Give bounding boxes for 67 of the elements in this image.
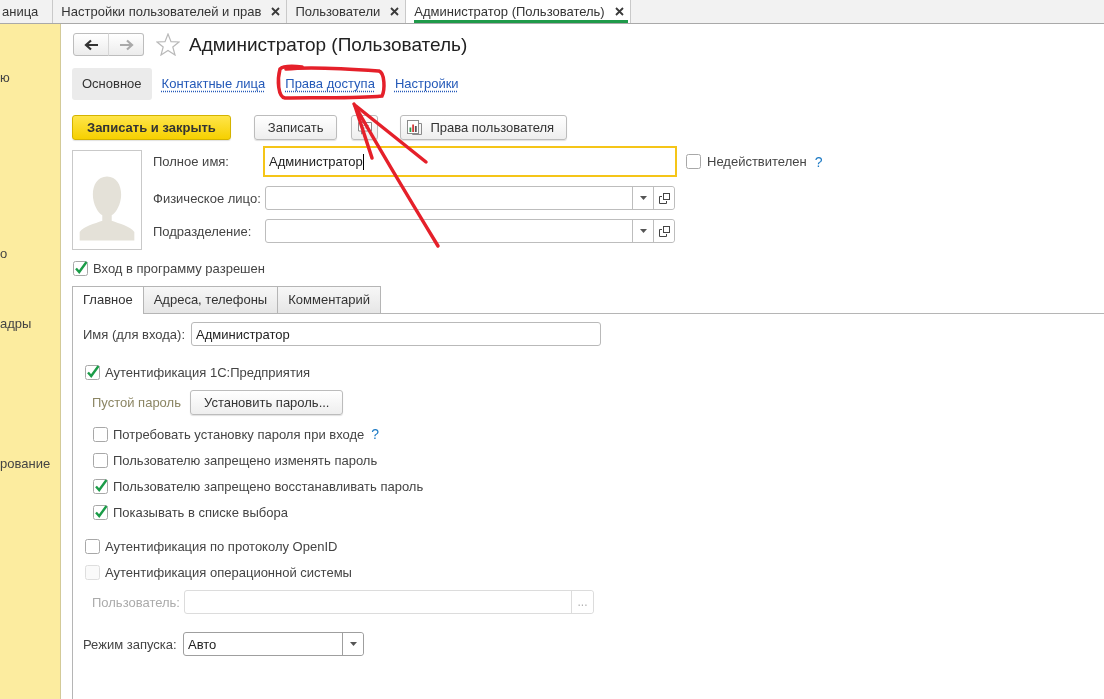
checkbox[interactable] — [84, 537, 101, 555]
window-tab[interactable]: аница — [0, 0, 54, 23]
dropdown-button[interactable] — [342, 633, 363, 655]
star-icon[interactable] — [156, 33, 180, 56]
form-title: Администратор (Пользователь) — [189, 33, 468, 56]
checkbox-label: Потребовать установку пароля при входе — [113, 426, 365, 442]
set-password-button[interactable]: Установить пароль... — [190, 390, 344, 415]
field-label: Физическое лицо: — [153, 190, 262, 206]
checkbox-label: Аутентификация по протоколу OpenID — [105, 538, 338, 554]
checkbox[interactable] — [92, 477, 109, 495]
caret-down-icon — [639, 229, 647, 233]
field-label: Полное имя: — [153, 154, 230, 169]
save-and-close-button[interactable]: Записать и закрыть — [72, 115, 231, 140]
checkbox-label: Пользователю запрещено изменять пароль — [113, 452, 378, 468]
checkbox[interactable] — [72, 259, 89, 277]
window-tab[interactable]: Администратор (Пользователь) — [406, 0, 631, 23]
section-link[interactable]: Права доступа — [275, 68, 385, 100]
open-button[interactable] — [653, 187, 674, 209]
section-tab[interactable]: Основное — [72, 68, 152, 100]
text-field[interactable]: Администратор — [191, 322, 601, 346]
tab[interactable]: Адреса, телефоны — [142, 286, 279, 313]
field-label: Режим запуска: — [83, 636, 178, 652]
open-button[interactable] — [653, 220, 674, 242]
checkbox[interactable] — [84, 363, 101, 381]
field-label: Пользователь: — [92, 594, 181, 610]
open-window-icon — [658, 225, 670, 237]
caret-down-icon — [349, 642, 357, 646]
tab[interactable]: Главное — [72, 286, 144, 314]
window-tab[interactable]: Настройки пользователей и прав — [53, 0, 288, 23]
checkbox-label: Показывать в списке выбора — [113, 504, 288, 520]
sidebar-item[interactable]: рование — [0, 456, 51, 471]
caret-down-icon — [639, 196, 647, 200]
select-field[interactable] — [265, 219, 675, 243]
user-rights-button[interactable]: Права пользователя — [400, 115, 568, 140]
checkbox-label: Аутентификация операционной системы — [105, 564, 352, 580]
sidebar-item[interactable]: адры — [0, 316, 32, 331]
open-window-icon — [658, 192, 670, 204]
checkbox-label: Аутентификация 1С:Предприятия — [105, 364, 311, 380]
tab[interactable]: Комментарий — [277, 286, 382, 313]
help-link[interactable]: ? — [814, 153, 823, 170]
left-arrow-icon — [83, 38, 99, 51]
checkbox-label: Вход в программу разрешен — [93, 260, 265, 276]
checkbox[interactable] — [92, 451, 109, 469]
select-field[interactable] — [265, 186, 675, 210]
text-cursor-icon — [362, 153, 364, 170]
field-label: Подразделение: — [153, 223, 253, 239]
section-link[interactable]: Настройки — [384, 68, 469, 100]
close-icon[interactable] — [614, 7, 624, 16]
sidebar-item[interactable]: ю — [0, 70, 10, 85]
close-icon[interactable] — [390, 7, 400, 16]
checkbox[interactable] — [92, 425, 109, 443]
save-button[interactable]: Записать — [253, 115, 338, 140]
text-field[interactable]: Администратор — [263, 146, 677, 177]
back-button[interactable] — [73, 33, 109, 56]
checkbox-label: Недействителен — [707, 154, 807, 169]
section-link[interactable]: Контактные лица — [151, 68, 276, 100]
checkbox[interactable] — [92, 503, 109, 521]
checkbox[interactable] — [685, 153, 702, 170]
field-label: Имя (для входа): — [83, 326, 187, 342]
sidebar-item[interactable]: о — [0, 246, 8, 261]
right-arrow-icon — [118, 38, 134, 51]
select-field[interactable]: Авто — [183, 632, 364, 656]
help-link[interactable]: ? — [371, 426, 380, 442]
document-chart-icon — [407, 120, 423, 135]
close-icon[interactable] — [271, 7, 281, 16]
checkbox-label: Пользователю запрещено восстанавливать пароль — [113, 478, 424, 494]
password-status: Пустой пароль — [92, 395, 182, 410]
